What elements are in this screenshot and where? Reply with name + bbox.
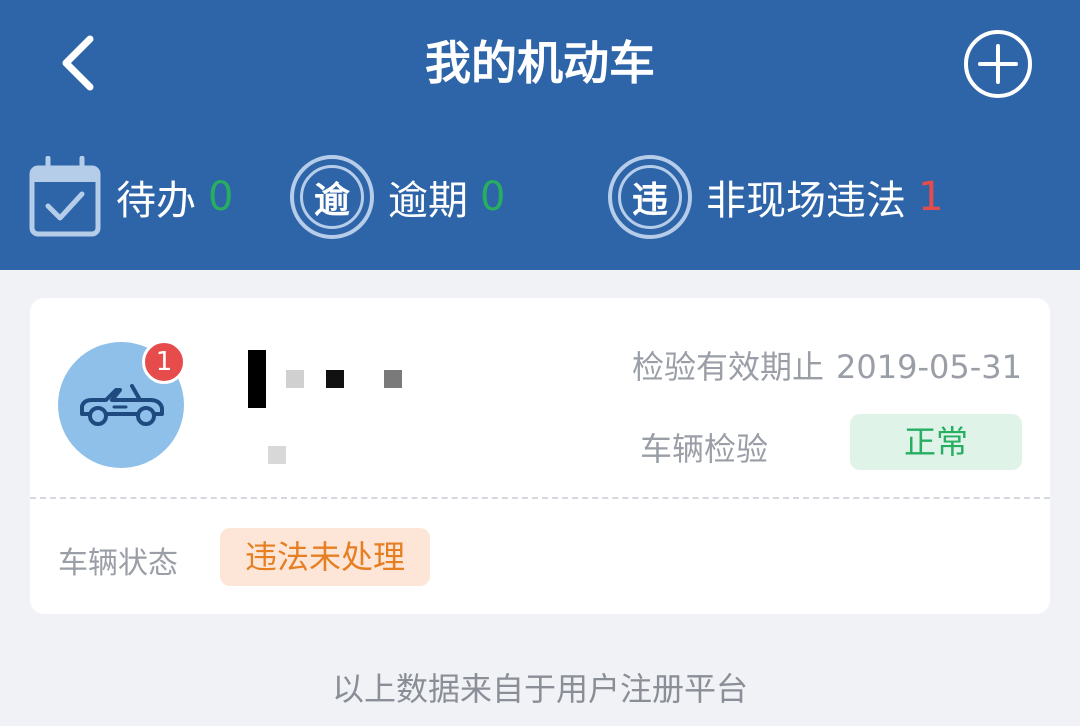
add-vehicle-button[interactable]	[962, 28, 1034, 100]
overdue-icon: 逾	[290, 155, 374, 239]
vehicle-state-badge[interactable]: 违法未处理	[220, 528, 430, 586]
data-source-note: 以上数据来自于用户注册平台	[331, 670, 748, 708]
back-button[interactable]	[48, 28, 108, 98]
vehicle-notification-badge: 1	[142, 340, 186, 384]
chevron-left-icon	[62, 35, 94, 91]
stat-violation[interactable]: 违 非现场违法 1	[608, 152, 943, 242]
calendar-check-icon	[29, 156, 101, 237]
inspection-label: 检验有效期止	[632, 348, 825, 386]
header-bar: 我的机动车 待办 0 逾 逾期 0 违 非现场违法 1	[0, 0, 1080, 270]
convertible-car-icon	[80, 384, 164, 426]
vehicle-check-status-badge: 正常	[850, 414, 1022, 470]
violation-icon: 违	[608, 155, 692, 239]
page-title: 我的机动车	[425, 36, 655, 90]
card-divider	[30, 497, 1050, 499]
stat-overdue[interactable]: 逾 逾期 0	[290, 152, 505, 242]
violation-icon-glyph: 违	[618, 165, 682, 229]
stat-violation-label: 非现场违法	[706, 178, 906, 224]
stat-pending-count: 0	[208, 174, 234, 220]
vehicle-state-label: 车辆状态	[58, 546, 178, 581]
inspection-date: 2019-05-31	[836, 348, 1022, 386]
vehicle-check-label: 车辆检验	[640, 430, 769, 468]
plus-circle-icon	[964, 30, 1032, 98]
vehicle-card[interactable]: 1 检验有效期止 2019-05-31 车辆检验 正常 车辆状态 违法未处理	[30, 298, 1050, 614]
overdue-icon-glyph: 逾	[300, 165, 364, 229]
inspection-validity: 检验有效期止 2019-05-31	[632, 342, 1022, 388]
stat-violation-count: 1	[918, 174, 944, 220]
stat-overdue-label: 逾期	[388, 178, 468, 224]
stat-pending[interactable]: 待办 0	[28, 152, 233, 242]
license-plate-redacted	[248, 350, 418, 470]
stat-overdue-count: 0	[480, 174, 506, 220]
stat-pending-label: 待办	[116, 178, 196, 224]
